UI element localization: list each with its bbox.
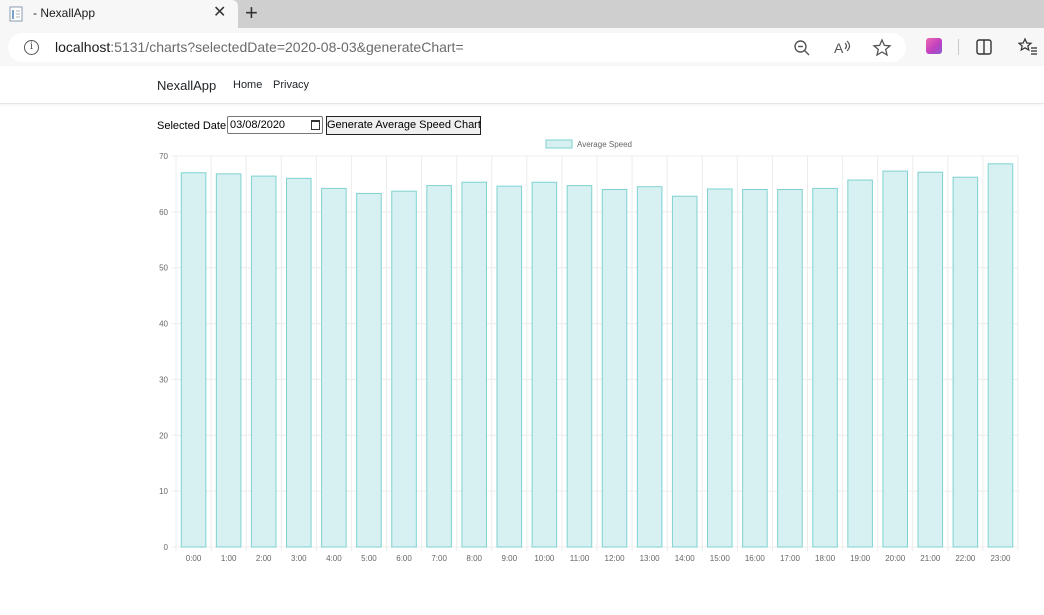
x-tick-label: 23:00 — [990, 554, 1011, 563]
legend-swatch — [545, 139, 573, 149]
chart-bar — [215, 173, 242, 548]
x-tick-label: 8:00 — [466, 554, 482, 563]
chart-bar — [952, 176, 979, 548]
chart-bar — [601, 189, 628, 548]
chart-bar — [812, 187, 838, 548]
x-tick-label: 3:00 — [291, 554, 307, 563]
tab-title: - NexallApp — [33, 6, 96, 20]
chart-bar — [250, 175, 277, 548]
x-tick-label: 20:00 — [885, 554, 906, 563]
browser-tab[interactable]: - NexallApp ✕ — [0, 0, 238, 28]
y-tick-label: 40 — [159, 320, 168, 329]
chart-bar — [777, 189, 803, 548]
address-bar[interactable]: i localhost:5131/charts?selectedDate=202… — [8, 33, 906, 62]
y-tick-label: 60 — [159, 208, 168, 217]
selected-date-label: Selected Date: — [157, 120, 230, 132]
x-tick-label: 19:00 — [850, 554, 871, 563]
x-tick-label: 12:00 — [605, 554, 626, 563]
chart-bar — [987, 163, 1014, 548]
chart-bar — [180, 172, 207, 548]
chart-bar — [566, 185, 593, 548]
favorites-list-icon[interactable] — [1018, 37, 1038, 57]
calendar-icon[interactable] — [311, 120, 320, 130]
chart-bar — [286, 177, 312, 548]
y-tick-label: 20 — [159, 431, 168, 440]
nav-link-privacy[interactable]: Privacy — [273, 79, 309, 91]
site-navbar: NexallApp Home Privacy — [0, 66, 1044, 104]
x-tick-label: 13:00 — [640, 554, 661, 563]
url-text[interactable]: localhost:5131/charts?selectedDate=2020-… — [55, 39, 464, 55]
legend-label: Average Speed — [577, 140, 632, 149]
chart-bar — [496, 185, 523, 548]
x-tick-label: 16:00 — [745, 554, 766, 563]
x-tick-label: 14:00 — [675, 554, 696, 563]
x-tick-label: 5:00 — [361, 554, 377, 563]
x-tick-label: 11:00 — [570, 554, 590, 563]
chart-bar — [707, 188, 733, 548]
nav-link-home[interactable]: Home — [233, 79, 262, 91]
zoom-out-icon[interactable] — [792, 38, 812, 58]
chart-bar — [742, 189, 768, 548]
brand-link[interactable]: NexallApp — [157, 78, 216, 93]
read-aloud-icon[interactable]: A — [832, 38, 852, 58]
favorite-star-icon[interactable] — [872, 38, 892, 58]
y-tick-label: 30 — [159, 375, 168, 384]
y-tick-label: 0 — [164, 543, 169, 552]
x-tick-label: 1:00 — [221, 554, 237, 563]
x-tick-label: 18:00 — [815, 554, 836, 563]
chart-bar — [391, 190, 417, 548]
x-tick-label: 10:00 — [534, 554, 555, 563]
x-tick-label: 22:00 — [955, 554, 976, 563]
chart-bar — [531, 181, 558, 548]
x-tick-label: 0:00 — [186, 554, 202, 563]
chart-bar — [917, 171, 944, 548]
chart-bar — [356, 192, 382, 548]
chart-bar — [426, 185, 452, 548]
chart-bar — [636, 186, 663, 548]
x-tick-label: 6:00 — [396, 554, 412, 563]
x-tick-label: 4:00 — [326, 554, 342, 563]
date-input[interactable]: 03/08/2020 — [227, 116, 323, 134]
generate-chart-button[interactable]: Generate Average Speed Chart — [326, 116, 481, 135]
tab-close-icon[interactable]: ✕ — [213, 4, 226, 22]
browser-tab-strip: - NexallApp ✕ + — [0, 0, 1044, 28]
average-speed-chart: 0 10 20 30 40 50 60 70 0:00 1:00 2:00 3:00 4:00 5:00 6… — [140, 136, 1044, 615]
y-tick-label: 50 — [159, 264, 168, 273]
chart-bar — [461, 181, 487, 548]
chart-bar — [882, 170, 908, 548]
x-tick-label: 21:00 — [920, 554, 941, 563]
new-tab-button[interactable]: + — [245, 1, 258, 25]
x-tick-label: 15:00 — [710, 554, 731, 563]
toolbar-divider — [958, 39, 959, 55]
y-tick-label: 70 — [159, 152, 168, 161]
browser-toolbar: i localhost:5131/charts?selectedDate=202… — [0, 28, 1044, 66]
svg-text:A: A — [834, 40, 844, 56]
x-tick-label: 7:00 — [431, 554, 447, 563]
y-tick-label: 10 — [159, 487, 168, 496]
chart-bar — [671, 195, 698, 548]
x-tick-label: 17:00 — [780, 554, 801, 563]
x-tick-label: 9:00 — [502, 554, 518, 563]
chart-svg: 0 10 20 30 40 50 60 70 0:00 1:00 2:00 3:00 4:00 5:00 6… — [159, 139, 1019, 563]
chart-bar — [847, 179, 873, 548]
date-input-value: 03/08/2020 — [230, 119, 286, 131]
site-info-icon[interactable]: i — [24, 40, 39, 55]
extension-icon[interactable] — [926, 38, 942, 54]
split-screen-icon[interactable] — [974, 37, 994, 57]
page-favicon-icon — [9, 6, 23, 22]
chart-bar — [321, 187, 347, 548]
page-content: NexallApp Home Privacy Selected Date: 03… — [0, 66, 1044, 615]
x-tick-label: 2:00 — [256, 554, 272, 563]
